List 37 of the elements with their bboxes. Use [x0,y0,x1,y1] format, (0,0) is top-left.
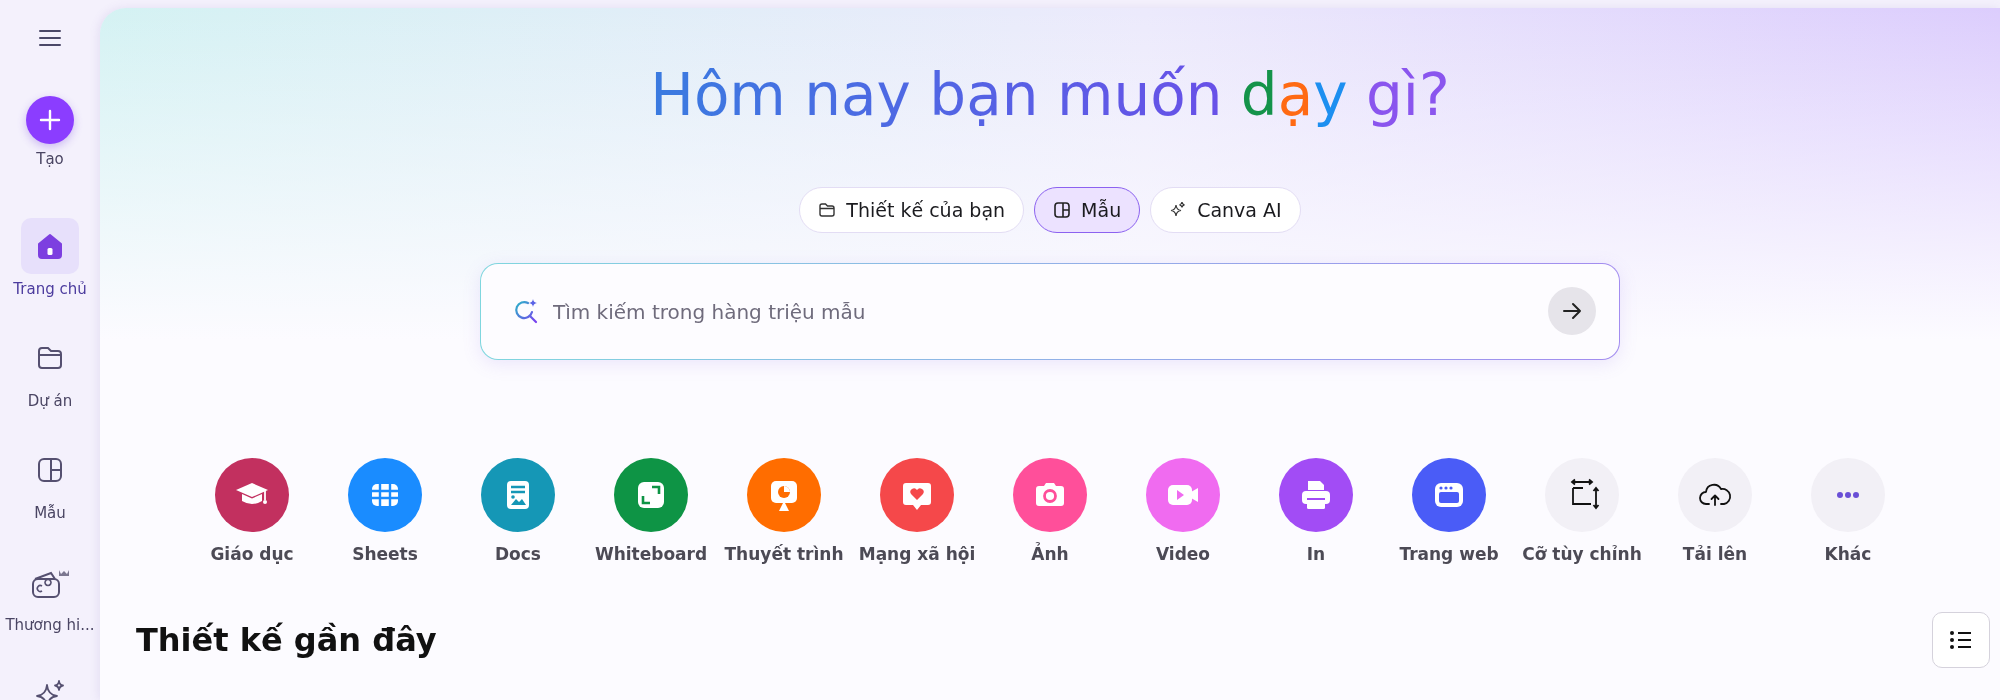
tab-label: Mẫu [1081,199,1122,222]
category-label: Cỡ tùy chỉnh [1522,544,1642,565]
search-field[interactable]: Tìm kiếm trong hàng triệu mẫu [480,263,1620,361]
category-label: Whiteboard [594,544,708,565]
tab[interactable]: Mẫu [1034,187,1141,234]
category-label: Khác [1824,544,1872,565]
tab[interactable]: Canva AI [1150,187,1301,234]
tab-label: Canva AI [1197,199,1282,222]
category-label: Sheets [352,544,418,565]
sidebar-label: Tạo [36,150,64,168]
layout-icon [35,455,65,485]
tab-label: Thiết kế của bạn [846,199,1006,222]
category-label: Thuyết trình [724,544,844,565]
more-icon [1835,491,1861,500]
sidebar-label: Dự án [27,392,73,410]
category-label: Mạng xã hội [858,544,976,565]
sidebar-label: Trang chủ [13,280,87,298]
category-label: Giáo dục [210,544,294,565]
category-label: Video [1155,544,1211,565]
category-label: Tải lên [1682,544,1748,565]
category-label: Docs [495,544,541,565]
section-title: Thiết kế gần đây [136,621,437,660]
plus-icon [38,108,62,132]
category-label: In [1306,544,1326,565]
category-label: Trang web [1399,544,1499,565]
home-nav-button[interactable] [21,218,79,274]
list-view-button[interactable] [1932,612,1990,669]
tab[interactable]: Thiết kế của bạn [799,187,1025,234]
create-button[interactable] [26,96,74,144]
list-icon [1949,629,1973,652]
folder-icon [818,201,837,220]
sparkles-icon [33,679,67,700]
layout-icon [1053,201,1072,220]
house-icon [35,231,65,261]
sidebar-label: Mẫu [34,504,66,522]
sidebar-label: Thương hi... [5,616,95,634]
category-label: Ảnh [1031,544,1069,565]
